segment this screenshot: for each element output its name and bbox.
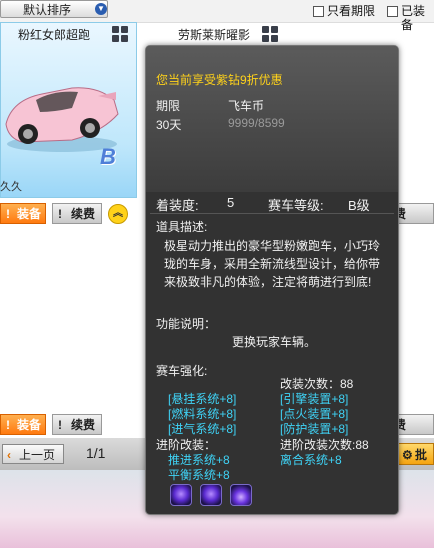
renew-button-2[interactable]: ! 续费: [52, 414, 102, 435]
sort-select[interactable]: 默认排序: [0, 0, 108, 18]
equip-degree-label: 着装度:: [156, 198, 199, 213]
price-header: 飞车币: [228, 99, 265, 113]
class-b-badge: B: [100, 144, 116, 169]
page-indicator: 1/1: [86, 445, 106, 461]
enhance-label: 赛车强化:: [156, 364, 208, 378]
grid-view-icon[interactable]: [262, 26, 278, 42]
duration-text: 久久: [0, 181, 22, 193]
divider: [150, 213, 394, 214]
batch-button[interactable]: ⚙ 批: [398, 443, 434, 465]
item-desc-label: 道具描述:: [156, 220, 208, 234]
car-level-label: 赛车等级:: [268, 198, 324, 213]
equipped-label: 已装备: [401, 4, 426, 32]
purple-crystal-skill-icon: [230, 484, 252, 506]
prev-page-button[interactable]: ‹ 上一页: [2, 444, 64, 464]
renew-button-right-2[interactable]: 费: [393, 414, 434, 435]
upgrade-chevron-icon[interactable]: ︽: [108, 204, 128, 224]
chevron-down-icon[interactable]: ▼: [95, 3, 107, 15]
equip-degree-value: 5: [227, 195, 235, 210]
purple-orb-skill-icon: [200, 484, 222, 506]
function-text: 更换玩家车辆。: [232, 335, 317, 349]
car-level-value: B级: [348, 198, 370, 213]
only-expiring-checkbox[interactable]: [313, 6, 324, 17]
price-value: 9999/8599: [228, 116, 285, 130]
grid-view-icon[interactable]: [112, 26, 128, 42]
car-title-2: 劳斯莱斯曜影: [178, 28, 251, 42]
period-header: 期限: [156, 99, 181, 113]
renew-button-right[interactable]: 费: [393, 203, 434, 224]
advanced-item: 平衡系统+8: [168, 468, 230, 482]
equipped-checkbox[interactable]: [387, 6, 398, 17]
enhance-item: [进气系统+8]: [168, 422, 237, 436]
gear-icon: ⚙: [402, 448, 413, 462]
advanced-item: 离合系统+8: [280, 453, 342, 467]
renew-button[interactable]: ! 续费: [52, 203, 102, 224]
period-value: 30天: [156, 118, 182, 132]
equip-button[interactable]: ! 装备: [0, 203, 46, 224]
only-expiring-label: 只看期限: [327, 4, 376, 18]
item-description: 极星动力推出的豪华型粉嫩跑车，小巧玲珑的车身，采用全新流线型设计，给你带来极致非…: [164, 239, 381, 289]
function-label: 功能说明：: [156, 317, 217, 331]
enhance-item: [防护装置+8]: [280, 422, 349, 436]
chevron-left-icon: ‹: [7, 448, 11, 462]
equip-button-2[interactable]: ! 装备: [0, 414, 46, 435]
promo-text: 您当前享受紫钻9折优惠: [156, 73, 283, 87]
car-title: 粉红女郎超跑: [18, 28, 91, 42]
purple-orb-skill-icon: [170, 484, 192, 506]
